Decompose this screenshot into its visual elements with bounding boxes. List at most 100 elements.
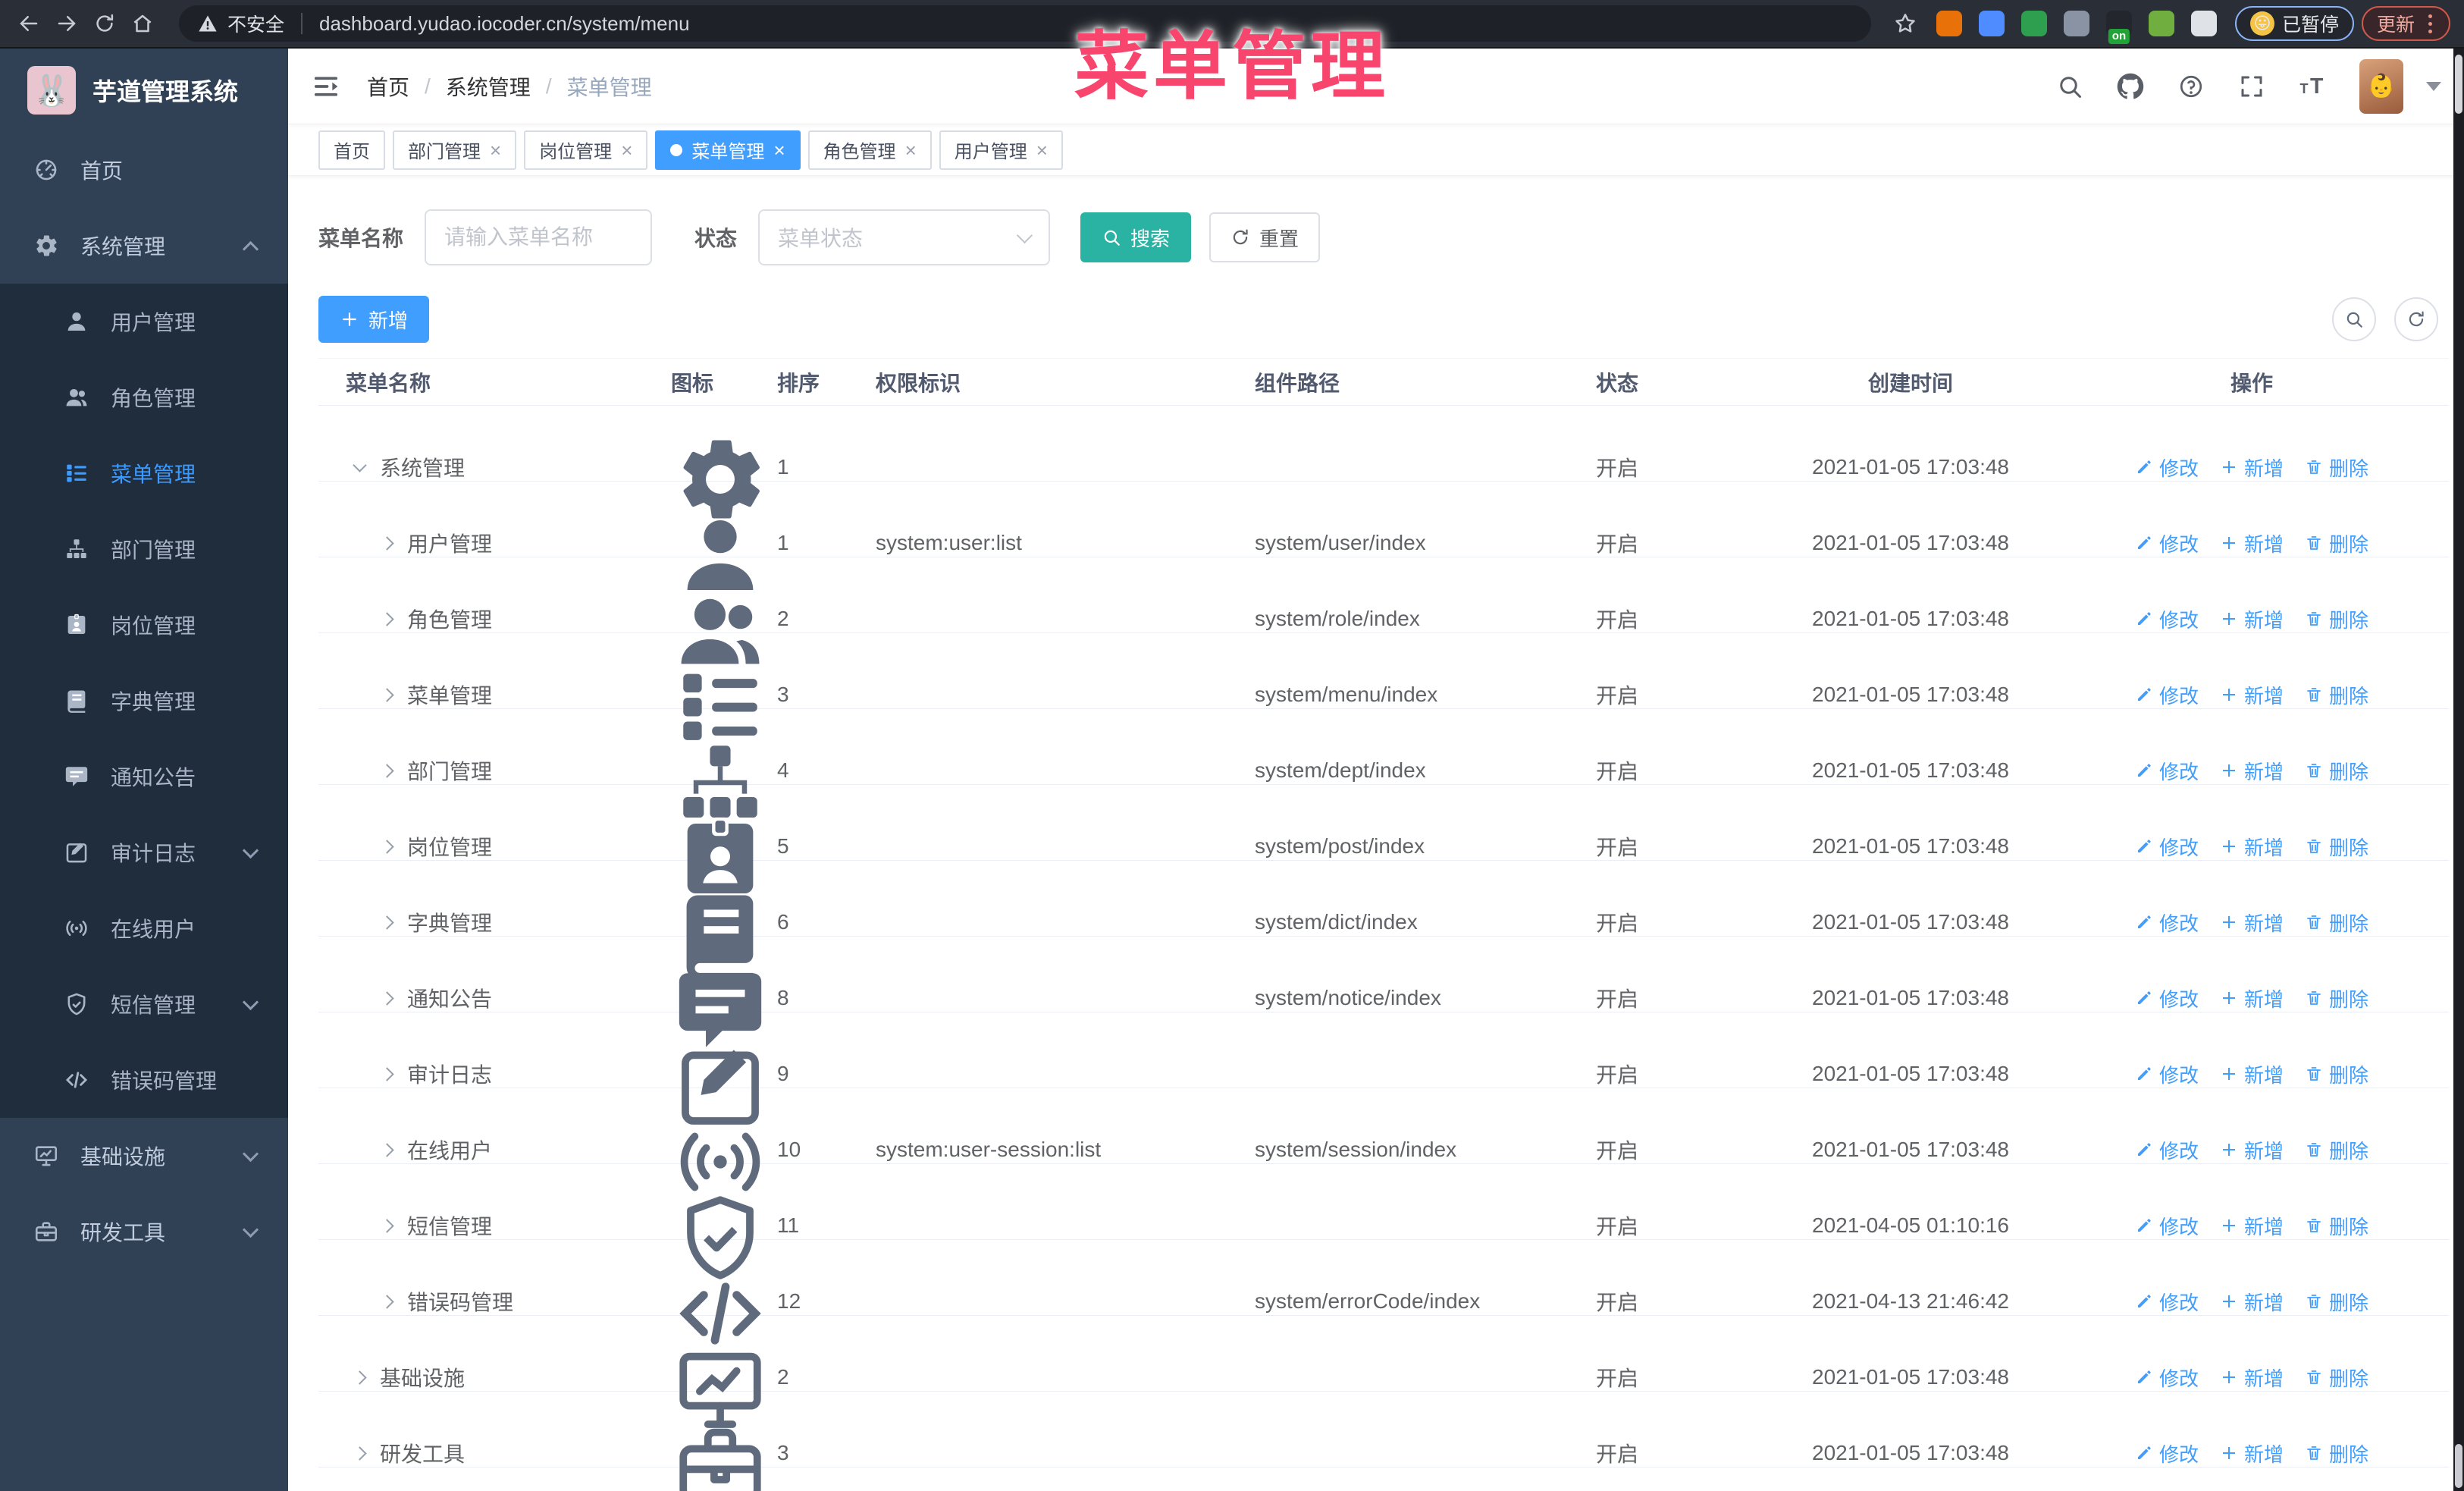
close-icon[interactable]: × xyxy=(905,140,917,160)
add-link[interactable]: 新增 xyxy=(2220,1136,2284,1164)
sidebar-item[interactable]: 审计日志 xyxy=(0,815,288,890)
profile-paused-chip[interactable]: 😛 已暂停 xyxy=(2234,6,2354,41)
fullscreen-icon[interactable] xyxy=(2238,73,2265,100)
sidebar-item[interactable]: 系统管理 xyxy=(0,208,288,284)
expand-chevron-icon[interactable] xyxy=(380,1142,394,1157)
edit-link[interactable]: 修改 xyxy=(2135,1288,2199,1316)
help-icon[interactable] xyxy=(2177,73,2205,100)
tab[interactable]: 角色管理 × xyxy=(807,130,932,170)
tab[interactable]: 首页 × xyxy=(318,130,385,170)
delete-link[interactable]: 删除 xyxy=(2305,1364,2368,1392)
address-bar[interactable]: 不安全 dashboard.yudao.iocoder.cn/system/me… xyxy=(179,5,1871,42)
extension-icon[interactable] xyxy=(2020,11,2047,36)
sidebar-item[interactable]: 短信管理 xyxy=(0,966,288,1042)
sidebar-item[interactable]: 通知公告 xyxy=(0,739,288,815)
add-link[interactable]: 新增 xyxy=(2220,757,2284,785)
sidebar-item[interactable]: 用户管理 xyxy=(0,284,288,359)
app-logo[interactable]: 🐰 芋道管理系统 xyxy=(0,49,288,132)
sidebar-item[interactable]: 角色管理 xyxy=(0,359,288,435)
add-link[interactable]: 新增 xyxy=(2220,1439,2284,1467)
github-icon[interactable] xyxy=(2117,73,2144,100)
add-link[interactable]: 新增 xyxy=(2220,1364,2284,1392)
table-row[interactable]: 通知公告 8 system/notice/index 开启 2021-01-05… xyxy=(318,937,2449,1047)
extension-icon[interactable]: on xyxy=(2105,11,2132,44)
search-icon[interactable] xyxy=(2056,73,2083,100)
expand-chevron-icon[interactable] xyxy=(353,1445,367,1461)
sidebar-item[interactable]: 基础设施 xyxy=(0,1118,288,1194)
expand-chevron-icon[interactable] xyxy=(353,457,367,472)
close-icon[interactable]: × xyxy=(773,140,785,160)
sidebar-item[interactable]: 部门管理 xyxy=(0,511,288,587)
expand-chevron-icon[interactable] xyxy=(380,915,394,930)
edit-link[interactable]: 修改 xyxy=(2135,681,2199,709)
expand-chevron-icon[interactable] xyxy=(380,1294,394,1309)
sidebar-item[interactable]: 首页 xyxy=(0,132,288,208)
table-row[interactable]: 用户管理 1 system:user:list system/user/inde… xyxy=(318,482,2449,591)
delete-link[interactable]: 删除 xyxy=(2305,1288,2368,1316)
delete-link[interactable]: 删除 xyxy=(2305,1439,2368,1467)
table-row[interactable]: 系统管理 1 开启 2021-01-05 17:03:48 修改 新增 删除 xyxy=(318,406,2449,519)
table-row[interactable]: 部门管理 4 system/dept/index 开启 2021-01-05 1… xyxy=(318,709,2449,818)
hamburger-icon[interactable] xyxy=(311,71,341,102)
delete-link[interactable]: 删除 xyxy=(2305,909,2368,937)
extension-icon[interactable] xyxy=(1978,11,2005,36)
bookmark-star-icon[interactable] xyxy=(1892,11,1918,36)
expand-chevron-icon[interactable] xyxy=(380,687,394,702)
breadcrumb-system[interactable]: 系统管理 xyxy=(446,71,531,102)
edit-link[interactable]: 修改 xyxy=(2135,1136,2199,1164)
add-link[interactable]: 新增 xyxy=(2220,1060,2284,1088)
forward-icon[interactable] xyxy=(52,8,82,39)
table-row[interactable]: 基础设施 2 开启 2021-01-05 17:03:48 修改 新增 删除 xyxy=(318,1316,2449,1428)
delete-link[interactable]: 删除 xyxy=(2305,984,2368,1012)
table-row[interactable]: 研发工具 3 开启 2021-01-05 17:03:48 修改 新增 删除 xyxy=(318,1392,2449,1491)
edit-link[interactable]: 修改 xyxy=(2135,909,2199,937)
add-link[interactable]: 新增 xyxy=(2220,454,2284,482)
tab[interactable]: 部门管理 × xyxy=(393,130,517,170)
tab[interactable]: 用户管理 × xyxy=(939,130,1063,170)
sidebar-item[interactable]: 在线用户 xyxy=(0,890,288,966)
expand-chevron-icon[interactable] xyxy=(380,763,394,778)
scrollbar-thumb[interactable] xyxy=(2455,55,2462,114)
caret-down-icon[interactable] xyxy=(2426,81,2441,91)
expand-chevron-icon[interactable] xyxy=(380,611,394,626)
status-select[interactable]: 菜单状态 xyxy=(758,209,1051,265)
tab[interactable]: 菜单管理 × xyxy=(655,130,801,170)
add-button[interactable]: 新增 xyxy=(318,296,430,343)
menu-dots-icon[interactable] xyxy=(2425,14,2435,33)
add-link[interactable]: 新增 xyxy=(2220,681,2284,709)
expand-chevron-icon[interactable] xyxy=(380,1066,394,1081)
font-size-icon[interactable]: TT xyxy=(2299,73,2326,100)
delete-link[interactable]: 删除 xyxy=(2305,1212,2368,1240)
add-link[interactable]: 新增 xyxy=(2220,605,2284,633)
menu-name-input[interactable] xyxy=(425,209,653,265)
toggle-search-button[interactable] xyxy=(2332,297,2376,341)
table-row[interactable]: 在线用户 10 system:user-session:list system/… xyxy=(318,1088,2449,1191)
edit-link[interactable]: 修改 xyxy=(2135,1212,2199,1240)
table-row[interactable]: 短信管理 11 开启 2021-04-05 01:10:16 修改 新增 删除 xyxy=(318,1164,2449,1279)
table-row[interactable]: 字典管理 6 system/dict/index 开启 2021-01-05 1… xyxy=(318,861,2449,981)
expand-chevron-icon[interactable] xyxy=(380,1218,394,1233)
extension-icon[interactable] xyxy=(2063,11,2089,36)
update-button[interactable]: 更新 xyxy=(2361,6,2450,41)
table-row[interactable]: 错误码管理 12 system/errorCode/index 开启 2021-… xyxy=(318,1240,2449,1345)
add-link[interactable]: 新增 xyxy=(2220,1288,2284,1316)
edit-link[interactable]: 修改 xyxy=(2135,605,2199,633)
delete-link[interactable]: 删除 xyxy=(2305,529,2368,557)
breadcrumb-home[interactable]: 首页 xyxy=(367,71,409,102)
sidebar-item[interactable]: 研发工具 xyxy=(0,1194,288,1270)
add-link[interactable]: 新增 xyxy=(2220,833,2284,861)
sidebar-item[interactable]: 错误码管理 xyxy=(0,1042,288,1118)
extension-icon[interactable] xyxy=(2190,11,2217,36)
delete-link[interactable]: 删除 xyxy=(2305,757,2368,785)
back-icon[interactable] xyxy=(14,8,44,39)
reset-button[interactable]: 重置 xyxy=(1209,212,1321,262)
add-link[interactable]: 新增 xyxy=(2220,529,2284,557)
close-icon[interactable]: × xyxy=(621,140,632,160)
refresh-table-button[interactable] xyxy=(2394,297,2438,341)
delete-link[interactable]: 删除 xyxy=(2305,833,2368,861)
expand-chevron-icon[interactable] xyxy=(353,1370,367,1385)
sidebar-item[interactable]: 岗位管理 xyxy=(0,587,288,663)
extension-icon[interactable] xyxy=(2148,11,2174,36)
edit-link[interactable]: 修改 xyxy=(2135,454,2199,482)
tab[interactable]: 岗位管理 × xyxy=(524,130,648,170)
